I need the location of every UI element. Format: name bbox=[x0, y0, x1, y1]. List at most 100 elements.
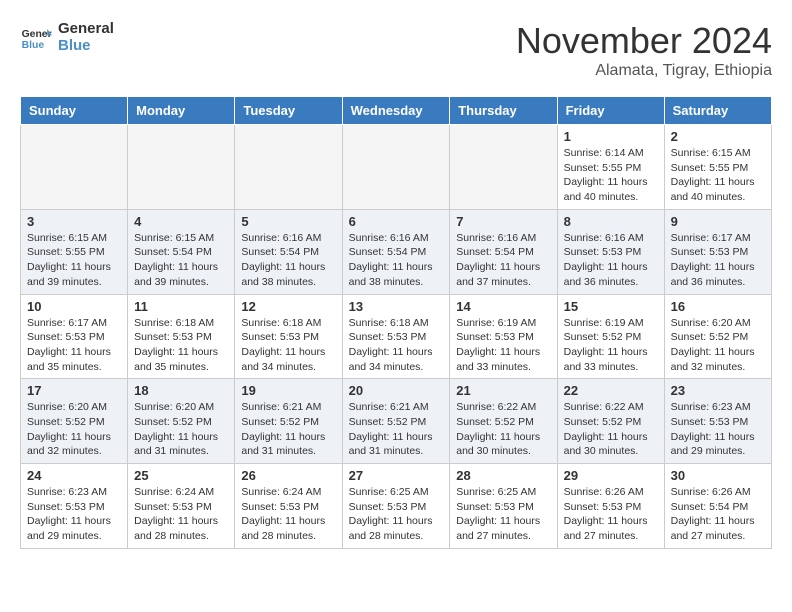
day-info: Sunrise: 6:14 AMSunset: 5:55 PMDaylight:… bbox=[564, 146, 658, 205]
logo: General Blue GeneralBlue bbox=[20, 20, 114, 54]
month-title: November 2024 bbox=[516, 20, 772, 62]
day-info: Sunrise: 6:18 AMSunset: 5:53 PMDaylight:… bbox=[349, 316, 444, 375]
day-info: Sunrise: 6:22 AMSunset: 5:52 PMDaylight:… bbox=[564, 400, 658, 459]
location: Alamata, Tigray, Ethiopia bbox=[516, 62, 772, 80]
day-number: 14 bbox=[456, 299, 550, 314]
calendar-week-3: 10Sunrise: 6:17 AMSunset: 5:53 PMDayligh… bbox=[21, 294, 772, 379]
day-number: 30 bbox=[671, 468, 765, 483]
day-info: Sunrise: 6:22 AMSunset: 5:52 PMDaylight:… bbox=[456, 400, 550, 459]
calendar-cell: 1 Sunrise: 6:14 AMSunset: 5:55 PMDaylight… bbox=[557, 125, 664, 210]
calendar-cell: 13 Sunrise: 6:18 AMSunset: 5:53 PMDayligh… bbox=[342, 294, 450, 379]
day-number: 28 bbox=[456, 468, 550, 483]
day-info: Sunrise: 6:23 AMSunset: 5:53 PMDaylight:… bbox=[671, 400, 765, 459]
day-info: Sunrise: 6:15 AMSunset: 5:55 PMDaylight:… bbox=[671, 146, 765, 205]
day-number: 29 bbox=[564, 468, 658, 483]
day-info: Sunrise: 6:21 AMSunset: 5:52 PMDaylight:… bbox=[241, 400, 335, 459]
day-info: Sunrise: 6:19 AMSunset: 5:52 PMDaylight:… bbox=[564, 316, 658, 375]
day-number: 26 bbox=[241, 468, 335, 483]
calendar-cell: 7 Sunrise: 6:16 AMSunset: 5:54 PMDaylight… bbox=[450, 209, 557, 294]
day-info: Sunrise: 6:18 AMSunset: 5:53 PMDaylight:… bbox=[134, 316, 228, 375]
calendar-table: SundayMondayTuesdayWednesdayThursdayFrid… bbox=[20, 96, 772, 549]
day-number: 2 bbox=[671, 129, 765, 144]
day-number: 1 bbox=[564, 129, 658, 144]
day-number: 12 bbox=[241, 299, 335, 314]
calendar-cell: 3Sunrise: 6:15 AMSunset: 5:55 PMDaylight… bbox=[21, 209, 128, 294]
calendar-cell bbox=[128, 125, 235, 210]
calendar-cell: 21 Sunrise: 6:22 AMSunset: 5:52 PMDayligh… bbox=[450, 379, 557, 464]
calendar-cell: 2 Sunrise: 6:15 AMSunset: 5:55 PMDaylight… bbox=[664, 125, 771, 210]
day-number: 8 bbox=[564, 214, 658, 229]
day-info: Sunrise: 6:23 AMSunset: 5:53 PMDaylight:… bbox=[27, 485, 121, 544]
calendar-cell: 9 Sunrise: 6:17 AMSunset: 5:53 PMDaylight… bbox=[664, 209, 771, 294]
weekday-header-thursday: Thursday bbox=[450, 97, 557, 125]
day-info: Sunrise: 6:16 AMSunset: 5:54 PMDaylight:… bbox=[456, 231, 550, 290]
weekday-header-saturday: Saturday bbox=[664, 97, 771, 125]
calendar-cell: 26 Sunrise: 6:24 AMSunset: 5:53 PMDayligh… bbox=[235, 464, 342, 549]
day-number: 21 bbox=[456, 383, 550, 398]
calendar-cell: 15Sunrise: 6:19 AMSunset: 5:52 PMDayligh… bbox=[557, 294, 664, 379]
day-number: 9 bbox=[671, 214, 765, 229]
day-number: 6 bbox=[349, 214, 444, 229]
calendar-cell: 12 Sunrise: 6:18 AMSunset: 5:53 PMDayligh… bbox=[235, 294, 342, 379]
calendar-cell: 6 Sunrise: 6:16 AMSunset: 5:54 PMDaylight… bbox=[342, 209, 450, 294]
weekday-header-sunday: Sunday bbox=[21, 97, 128, 125]
calendar-cell: 10Sunrise: 6:17 AMSunset: 5:53 PMDayligh… bbox=[21, 294, 128, 379]
day-number: 18 bbox=[134, 383, 228, 398]
day-info: Sunrise: 6:21 AMSunset: 5:52 PMDaylight:… bbox=[349, 400, 444, 459]
calendar-cell: 22Sunrise: 6:22 AMSunset: 5:52 PMDayligh… bbox=[557, 379, 664, 464]
calendar-cell: 18 Sunrise: 6:20 AMSunset: 5:52 PMDayligh… bbox=[128, 379, 235, 464]
weekday-header-friday: Friday bbox=[557, 97, 664, 125]
calendar-cell: 29 Sunrise: 6:26 AMSunset: 5:53 PMDayligh… bbox=[557, 464, 664, 549]
calendar-cell: 17 Sunrise: 6:20 AMSunset: 5:52 PMDayligh… bbox=[21, 379, 128, 464]
day-info: Sunrise: 6:20 AMSunset: 5:52 PMDaylight:… bbox=[27, 400, 121, 459]
calendar-cell: 23Sunrise: 6:23 AMSunset: 5:53 PMDayligh… bbox=[664, 379, 771, 464]
calendar-cell: 27 Sunrise: 6:25 AMSunset: 5:53 PMDayligh… bbox=[342, 464, 450, 549]
calendar-cell: 14 Sunrise: 6:19 AMSunset: 5:53 PMDayligh… bbox=[450, 294, 557, 379]
day-info: Sunrise: 6:24 AMSunset: 5:53 PMDaylight:… bbox=[241, 485, 335, 544]
day-info: Sunrise: 6:25 AMSunset: 5:53 PMDaylight:… bbox=[349, 485, 444, 544]
day-number: 5 bbox=[241, 214, 335, 229]
day-number: 7 bbox=[456, 214, 550, 229]
day-info: Sunrise: 6:18 AMSunset: 5:53 PMDaylight:… bbox=[241, 316, 335, 375]
calendar-week-4: 17 Sunrise: 6:20 AMSunset: 5:52 PMDayligh… bbox=[21, 379, 772, 464]
day-info: Sunrise: 6:26 AMSunset: 5:53 PMDaylight:… bbox=[564, 485, 658, 544]
calendar-week-1: 1 Sunrise: 6:14 AMSunset: 5:55 PMDaylight… bbox=[21, 125, 772, 210]
day-info: Sunrise: 6:16 AMSunset: 5:54 PMDaylight:… bbox=[241, 231, 335, 290]
day-number: 17 bbox=[27, 383, 121, 398]
page-header: General Blue GeneralBlue November 2024 A… bbox=[20, 20, 772, 80]
day-number: 20 bbox=[349, 383, 444, 398]
day-number: 4 bbox=[134, 214, 228, 229]
day-info: Sunrise: 6:26 AMSunset: 5:54 PMDaylight:… bbox=[671, 485, 765, 544]
calendar-cell: 8 Sunrise: 6:16 AMSunset: 5:53 PMDaylight… bbox=[557, 209, 664, 294]
calendar-cell bbox=[450, 125, 557, 210]
calendar-week-2: 3Sunrise: 6:15 AMSunset: 5:55 PMDaylight… bbox=[21, 209, 772, 294]
logo-text: GeneralBlue bbox=[58, 20, 114, 54]
day-info: Sunrise: 6:20 AMSunset: 5:52 PMDaylight:… bbox=[671, 316, 765, 375]
day-info: Sunrise: 6:19 AMSunset: 5:53 PMDaylight:… bbox=[456, 316, 550, 375]
day-info: Sunrise: 6:15 AMSunset: 5:54 PMDaylight:… bbox=[134, 231, 228, 290]
calendar-cell: 11 Sunrise: 6:18 AMSunset: 5:53 PMDayligh… bbox=[128, 294, 235, 379]
day-info: Sunrise: 6:16 AMSunset: 5:53 PMDaylight:… bbox=[564, 231, 658, 290]
calendar-cell: 19 Sunrise: 6:21 AMSunset: 5:52 PMDayligh… bbox=[235, 379, 342, 464]
day-number: 27 bbox=[349, 468, 444, 483]
calendar-cell: 28Sunrise: 6:25 AMSunset: 5:53 PMDayligh… bbox=[450, 464, 557, 549]
logo-icon: General Blue bbox=[20, 21, 52, 53]
day-info: Sunrise: 6:16 AMSunset: 5:54 PMDaylight:… bbox=[349, 231, 444, 290]
calendar-week-5: 24Sunrise: 6:23 AMSunset: 5:53 PMDayligh… bbox=[21, 464, 772, 549]
day-number: 19 bbox=[241, 383, 335, 398]
day-info: Sunrise: 6:17 AMSunset: 5:53 PMDaylight:… bbox=[671, 231, 765, 290]
calendar-cell: 16 Sunrise: 6:20 AMSunset: 5:52 PMDayligh… bbox=[664, 294, 771, 379]
title-block: November 2024 Alamata, Tigray, Ethiopia bbox=[516, 20, 772, 80]
day-info: Sunrise: 6:20 AMSunset: 5:52 PMDaylight:… bbox=[134, 400, 228, 459]
weekday-header-tuesday: Tuesday bbox=[235, 97, 342, 125]
calendar-cell: 20 Sunrise: 6:21 AMSunset: 5:52 PMDayligh… bbox=[342, 379, 450, 464]
day-number: 25 bbox=[134, 468, 228, 483]
day-number: 11 bbox=[134, 299, 228, 314]
day-number: 13 bbox=[349, 299, 444, 314]
weekday-header-wednesday: Wednesday bbox=[342, 97, 450, 125]
svg-text:Blue: Blue bbox=[22, 40, 45, 51]
day-info: Sunrise: 6:24 AMSunset: 5:53 PMDaylight:… bbox=[134, 485, 228, 544]
calendar-cell: 5 Sunrise: 6:16 AMSunset: 5:54 PMDaylight… bbox=[235, 209, 342, 294]
day-number: 3 bbox=[27, 214, 121, 229]
day-number: 16 bbox=[671, 299, 765, 314]
